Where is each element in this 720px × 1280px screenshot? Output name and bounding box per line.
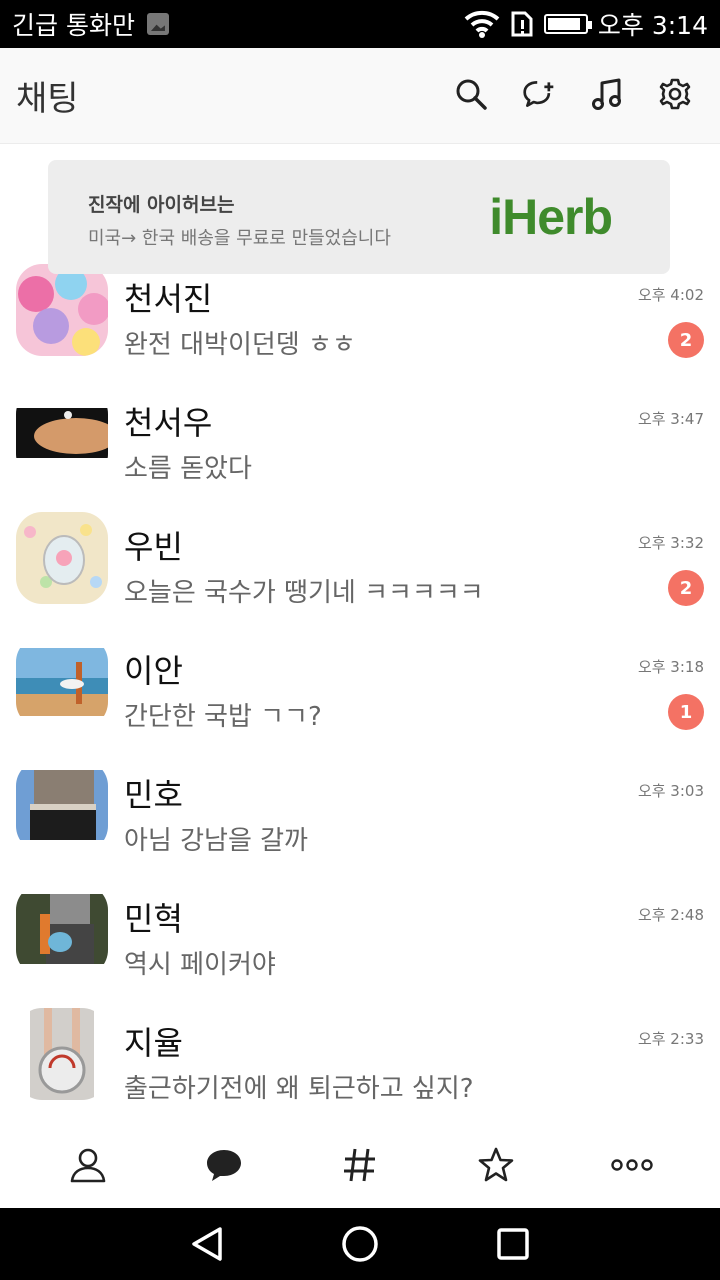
settings-icon <box>659 78 691 110</box>
tab-favorites[interactable] <box>461 1135 531 1195</box>
chat-last-message: 완전 대박이던뎅 ㅎㅎ <box>124 330 356 360</box>
more-icon <box>611 1159 653 1171</box>
app-header: 채팅 <box>0 48 720 144</box>
unread-badge: 2 <box>668 322 704 358</box>
avatar[interactable] <box>16 388 108 480</box>
ad-headline: 진작에 아이허브는 <box>88 194 235 216</box>
status-left-text: 긴급 통화만 <box>12 11 135 40</box>
chat-row[interactable]: 천서우소름 돋았다 오후 3:47 <box>0 374 720 498</box>
chat-last-message: 오늘은 국수가 땡기네 ㅋㅋㅋㅋㅋ <box>124 578 484 608</box>
chats-icon <box>207 1150 241 1181</box>
chat-name: 민호 <box>124 776 183 814</box>
settings-button[interactable] <box>658 74 692 114</box>
back-icon <box>191 1227 222 1261</box>
chat-name: 이안 <box>124 652 183 690</box>
battery-icon <box>543 14 592 34</box>
wifi-icon <box>464 10 500 38</box>
chat-last-message: 소름 돋았다 <box>124 454 252 484</box>
battery-level <box>547 18 581 30</box>
tab-friends[interactable] <box>53 1135 123 1195</box>
search-button[interactable] <box>454 74 488 114</box>
avatar[interactable] <box>16 512 108 604</box>
page-title: 채팅 <box>16 79 79 119</box>
back-button[interactable] <box>182 1219 232 1269</box>
chat-last-message: 역시 페이커야 <box>124 950 276 980</box>
chat-row[interactable]: 이안간단한 국밥 ㄱㄱ? 오후 3:18 1 <box>0 622 720 746</box>
chat-last-message: 출근하기전에 왜 퇴근하고 싶지? <box>124 1074 474 1104</box>
tab-more[interactable] <box>597 1135 667 1195</box>
chat-name: 지율 <box>124 1024 183 1062</box>
friends-icon <box>70 1148 106 1183</box>
chat-timestamp: 오후 2:33 <box>637 1030 704 1048</box>
new-chat-button[interactable] <box>522 74 556 114</box>
sim-alert-icon <box>511 11 533 37</box>
avatar[interactable] <box>16 1008 108 1100</box>
chat-timestamp: 오후 2:48 <box>637 906 704 924</box>
bottom-tab-bar <box>0 1122 720 1208</box>
chat-timestamp: 오후 3:47 <box>637 410 704 428</box>
chat-timestamp: 오후 3:03 <box>637 782 704 800</box>
chat-timestamp: 오후 4:02 <box>637 286 704 304</box>
chat-last-message: 간단한 국밥 ㄱㄱ? <box>124 702 322 732</box>
recents-icon <box>497 1228 530 1260</box>
recents-button[interactable] <box>488 1219 538 1269</box>
music-icon <box>592 78 621 110</box>
music-button[interactable] <box>590 74 624 114</box>
home-button[interactable] <box>335 1219 385 1269</box>
avatar[interactable] <box>16 636 108 728</box>
system-nav-bar <box>0 1208 720 1280</box>
ad-subtitle: 미국→ 한국 배송을 무료로 만들었습니다 <box>88 228 391 249</box>
chat-list[interactable]: 천서진완전 대박이던뎅 ㅎㅎ 오후 4:02 2 천서우소름 돋았다 오후 3:47 우빈… <box>0 250 720 1122</box>
chat-row[interactable]: 민호아님 강남을 갈까 오후 3:03 <box>0 746 720 870</box>
image-notification-icon <box>146 13 169 35</box>
tab-hashtag[interactable] <box>325 1135 395 1195</box>
ad-brand-logo: iHerb <box>489 189 613 245</box>
chat-timestamp: 오후 3:32 <box>637 534 704 552</box>
ad-banner[interactable]: 진작에 아이허브는 미국→ 한국 배송을 무료로 만들었습니다 iHerb <box>48 160 670 274</box>
avatar[interactable] <box>16 264 108 356</box>
avatar[interactable] <box>16 884 108 976</box>
chat-name: 천서우 <box>124 404 213 442</box>
unread-badge: 2 <box>668 570 704 606</box>
chat-row[interactable]: 민혁역시 페이커야 오후 2:48 <box>0 870 720 994</box>
home-icon <box>342 1226 378 1262</box>
chat-name: 천서진 <box>124 280 213 318</box>
chat-row[interactable]: 지율출근하기전에 왜 퇴근하고 싶지? 오후 2:33 <box>0 994 720 1118</box>
chat-name: 민혁 <box>124 900 183 938</box>
status-bar: 긴급 통화만 오후 3:14 <box>0 0 720 48</box>
hashtag-icon <box>344 1148 375 1182</box>
star-icon <box>478 1147 514 1182</box>
chat-name: 우빈 <box>124 528 183 566</box>
chat-timestamp: 오후 3:18 <box>637 658 704 676</box>
status-time: 오후 3:14 <box>597 11 708 40</box>
unread-badge: 1 <box>668 694 704 730</box>
tab-chats[interactable] <box>189 1135 259 1195</box>
search-icon <box>456 79 487 110</box>
new-chat-icon <box>523 81 554 107</box>
avatar[interactable] <box>16 760 108 852</box>
chat-row[interactable]: 우빈오늘은 국수가 땡기네 ㅋㅋㅋㅋㅋ 오후 3:32 2 <box>0 498 720 622</box>
chat-last-message: 아님 강남을 갈까 <box>124 826 308 856</box>
